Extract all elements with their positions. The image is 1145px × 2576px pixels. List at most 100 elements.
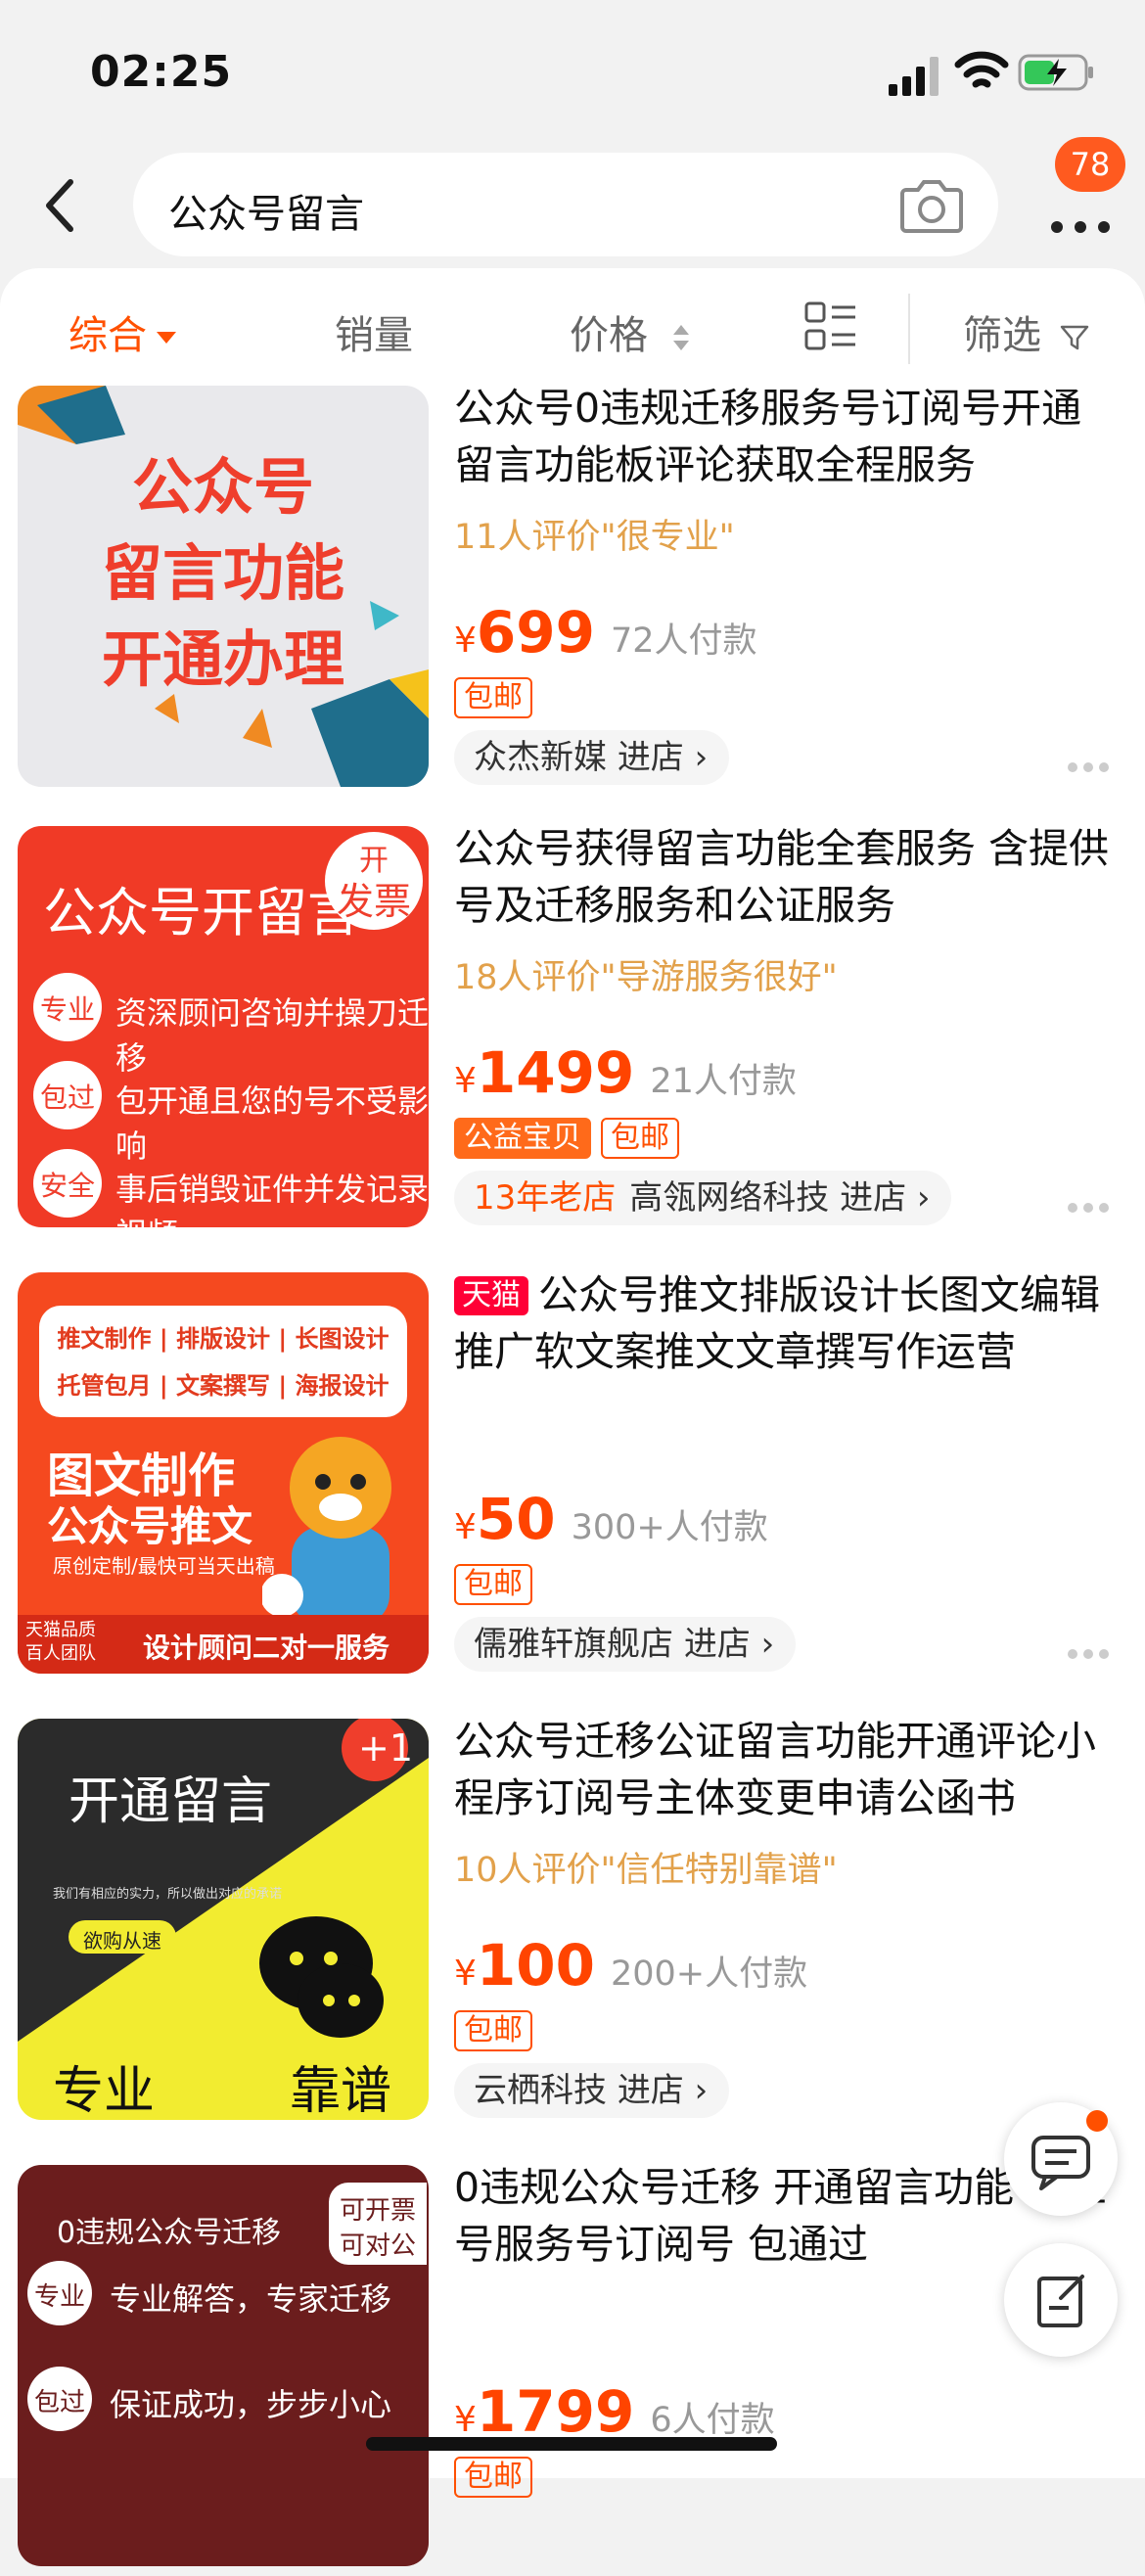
thumb-banner-line: 托管包月 | 文案撰写 | 海报设计: [57, 1372, 389, 1400]
back-arrow-icon[interactable]: [37, 174, 84, 237]
thumb-badge: 专业: [33, 973, 102, 1041]
store-link[interactable]: 众杰新媒 进店 ›: [454, 730, 730, 785]
thumb-line-1: 公众号: [131, 451, 314, 523]
store-link[interactable]: 云栖科技 进店 ›: [454, 2063, 730, 2118]
thumb-big-2: 公众号推文: [47, 1502, 253, 1550]
product-title-text: 公众号推文排版设计长图文编辑推广软文案推文文章撰写作运营: [454, 1271, 1100, 1375]
thumb-left: 专业: [53, 2062, 156, 2120]
thumb-badge-label: 安全: [39, 1170, 95, 1202]
thumb-banner-line: 推文制作 | 排版设计 | 长图设计: [57, 1325, 389, 1353]
more-dots-icon[interactable]: [1067, 761, 1110, 773]
product-title[interactable]: 公众号获得留言功能全套服务 含提供号及迁移服务和公证服务: [454, 820, 1112, 934]
paid-count: 21人付款: [650, 1062, 797, 1101]
product-card[interactable]: 0违规公众号迁移 可开票 可对公 专业 专业解答，专家迁移 包过 保证成功，步步…: [0, 2164, 1145, 2576]
more-dots-icon[interactable]: [1067, 1648, 1110, 1660]
list-view-toggle-icon[interactable]: [804, 301, 857, 352]
product-thumbnail[interactable]: 0违规公众号迁移 可开票 可对公 专业 专业解答，专家迁移 包过 保证成功，步步…: [18, 2165, 429, 2566]
product-price: 1799: [476, 2378, 635, 2445]
store-name: 高瓴网络科技: [629, 1178, 830, 1218]
currency-symbol: ¥: [454, 1507, 477, 1547]
camera-icon[interactable]: [898, 174, 965, 235]
message-count-badge: 78: [1055, 137, 1125, 192]
thumb-line-3: 开通办理: [101, 623, 344, 695]
search-input[interactable]: 公众号留言: [133, 153, 998, 256]
tag-row: 公益宝贝 包邮: [454, 1118, 689, 1159]
product-card[interactable]: 推文制作 | 排版设计 | 长图设计 托管包月 | 文案撰写 | 海报设计 图文…: [0, 1271, 1145, 1683]
paid-count: 200+人付款: [610, 1955, 808, 1994]
thumb-head: 开通留言: [69, 1772, 273, 1831]
product-title[interactable]: 公众号迁移公证留言功能开通评论小程序订阅号主体变更申请公函书: [454, 1713, 1112, 1826]
enter-store-label: 进店: [617, 738, 684, 777]
chevron-right-icon: ›: [683, 738, 709, 777]
product-title[interactable]: 公众号0违规迁移服务号订阅号开通留言功能板评论获取全程服务: [454, 380, 1112, 493]
paid-count: 72人付款: [610, 621, 757, 661]
store-name: 儒雅轩旗舰店: [474, 1625, 673, 1664]
product-thumbnail[interactable]: 推文制作 | 排版设计 | 长图设计 托管包月 | 文案撰写 | 海报设计 图文…: [18, 1272, 429, 1674]
chevron-right-icon: ›: [906, 1178, 931, 1218]
product-card[interactable]: 公众号 留言功能 开通办理 公众号0违规迁移服务号订阅号开通留言功能板评论获取全…: [0, 385, 1145, 797]
currency-symbol: ¥: [454, 1954, 477, 1994]
thumb-row-text: 包开通且您的号不受影响: [115, 1082, 429, 1165]
chevron-right-icon: ›: [683, 2071, 709, 2110]
thumb-badge: 包过: [33, 1061, 102, 1129]
more-dots-icon[interactable]: [1067, 1202, 1110, 1214]
charity-tag: 公益宝贝: [454, 1118, 591, 1159]
product-title[interactable]: 天猫 公众号推文排版设计长图文编辑推广软文案推文文章撰写作运营: [454, 1266, 1112, 1380]
product-price: 100: [476, 1932, 595, 1999]
store-name: 众杰新媒: [474, 738, 607, 777]
thumb-line-2: 留言功能: [101, 537, 344, 609]
store-link[interactable]: 儒雅轩旗舰店 进店 ›: [454, 1617, 797, 1672]
tiger-mascot-icon: [262, 1437, 391, 1625]
thumb-pill: 欲购从速: [69, 1920, 176, 1954]
sort-comprehensive-label: 综合: [69, 313, 147, 358]
sort-sales[interactable]: 销量: [335, 303, 413, 360]
filter-button[interactable]: 筛选: [963, 303, 1089, 360]
chevron-right-icon: ›: [750, 1625, 775, 1664]
product-review: 18人评价"导游服务很好": [454, 958, 838, 997]
cellular-signal-icon: [889, 57, 939, 96]
thumb-badge: 安全: [33, 1149, 102, 1218]
product-price: 50: [476, 1486, 556, 1552]
thumb-right: 靠谱: [290, 2062, 392, 2120]
product-card[interactable]: 公众号开留言 开 发票 专业 资深顾问咨询并操刀迁移 包过 包开通且您的号不受影…: [0, 825, 1145, 1237]
store-age-badge: 13年老店: [474, 1178, 617, 1218]
search-header: 公众号留言: [0, 147, 1145, 274]
sort-price[interactable]: 价格: [570, 303, 690, 360]
thumb-badge-label: 包过: [39, 1081, 95, 1114]
price-row: ¥699 72人付款: [454, 599, 757, 666]
free-shipping-tag: 包邮: [454, 2010, 532, 2051]
wifi-icon: [954, 51, 1009, 88]
product-thumbnail[interactable]: 公众号 留言功能 开通办理: [18, 386, 429, 787]
currency-symbol: ¥: [454, 1061, 477, 1101]
notification-dot: [1086, 2110, 1108, 2132]
sort-price-label: 价格: [570, 313, 648, 358]
thumbnail-text: 公众号 留言功能 开通办理: [18, 444, 429, 703]
thumb-team: 天猫品质 百人团队: [25, 1619, 96, 1666]
product-thumbnail[interactable]: 公众号开留言 开 发票 专业 资深顾问咨询并操刀迁移 包过 包开通且您的号不受影…: [18, 826, 429, 1227]
store-link[interactable]: 13年老店 高瓴网络科技 进店 ›: [454, 1171, 952, 1225]
thumb-banner: 推文制作 | 排版设计 | 长图设计 托管包月 | 文案撰写 | 海报设计: [39, 1306, 407, 1417]
free-shipping-tag: 包邮: [454, 2457, 532, 2498]
thumb-pill-label: 欲购从速: [83, 1929, 161, 1953]
product-thumbnail[interactable]: 开通留言 +1 我们有相应的实力，所以做出对应的承诺 欲购从速 专业 靠谱: [18, 1719, 429, 2120]
tag-row: 包邮: [454, 1564, 542, 1605]
sort-comprehensive[interactable]: 综合: [69, 303, 176, 360]
free-shipping-tag: 包邮: [601, 1118, 679, 1159]
filter-funnel-icon: [1060, 325, 1088, 350]
free-shipping-tag: 包邮: [454, 1564, 532, 1605]
product-price: 1499: [476, 1039, 635, 1106]
thumb-plus: +1: [358, 1726, 414, 1770]
tag-row: 包邮: [454, 2457, 542, 2498]
status-bar: 02:25: [0, 0, 1145, 147]
thumb-footer-text: 设计顾问二对一服务: [143, 1632, 390, 1664]
search-query: 公众号留言: [168, 192, 364, 237]
thumb-head: 0违规公众号迁移: [57, 2216, 282, 2250]
divider: [908, 294, 910, 364]
feedback-button[interactable]: [1004, 2243, 1118, 2357]
store-name: 云栖科技: [474, 2071, 607, 2110]
tmall-badge: 天猫: [454, 1276, 528, 1315]
results-sheet: 综合 销量 价格 筛选 公众号 留言功能 开通办理 公众号0违规迁移服务号订阅号…: [0, 268, 1145, 2566]
product-card[interactable]: 开通留言 +1 我们有相应的实力，所以做出对应的承诺 欲购从速 专业 靠谱 公众…: [0, 1718, 1145, 2130]
thumb-sub: 我们有相应的实力，所以做出对应的承诺: [53, 1887, 283, 1902]
thumb-row-text: 事后销毁证件并发记录视频: [115, 1171, 429, 1227]
